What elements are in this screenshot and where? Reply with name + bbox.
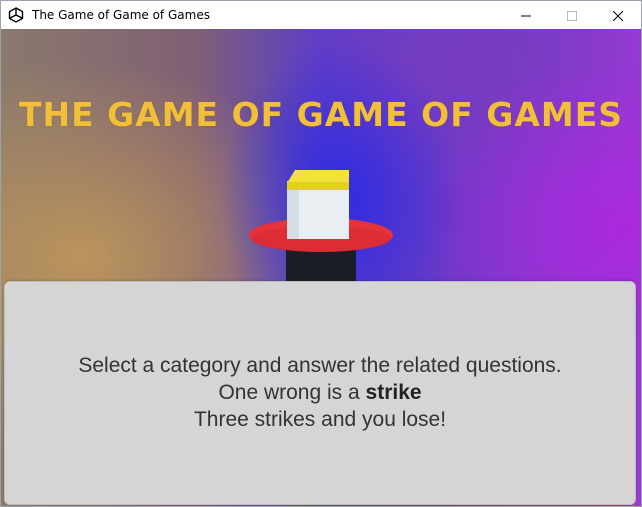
cube-top xyxy=(287,170,349,183)
cube-top-band xyxy=(287,182,349,190)
close-button[interactable] xyxy=(595,1,641,29)
title-bar[interactable]: The Game of Game of Games xyxy=(1,1,641,29)
instruction-line-3: Three strikes and you lose! xyxy=(193,408,447,431)
game-viewport[interactable]: THE GAME OF GAME OF GAMES Select a categ… xyxy=(1,29,641,506)
instruction-line-2-prefix: One wrong is a xyxy=(218,381,366,404)
minimize-button[interactable] xyxy=(503,1,549,29)
instruction-line-1: Select a category and answer the related… xyxy=(78,354,562,377)
instruction-panel: Select a category and answer the related… xyxy=(4,281,636,505)
podium-scene xyxy=(249,170,393,309)
minimize-icon xyxy=(521,6,531,25)
instructions-text: Select a category and answer the related… xyxy=(5,352,635,433)
strike-word: strike xyxy=(365,381,422,404)
app-window: The Game of Game of Games THE GAME OF GA… xyxy=(0,0,642,507)
window-title: The Game of Game of Games xyxy=(32,8,210,22)
unity-logo-icon xyxy=(8,7,24,23)
instruction-line-2: One wrong is a strike xyxy=(5,379,635,406)
window-controls xyxy=(503,1,641,29)
maximize-icon xyxy=(567,6,577,25)
maximize-button[interactable] xyxy=(549,1,595,29)
close-icon xyxy=(612,6,624,25)
